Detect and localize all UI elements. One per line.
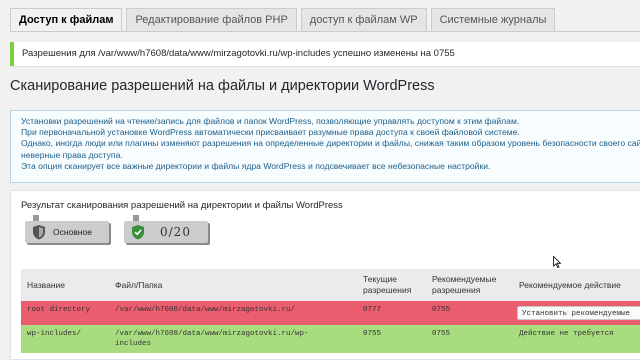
set-recommended-button[interactable]: Установить рекомендуемые [517, 306, 640, 320]
row-recommended-permissions: 0755 [432, 330, 451, 338]
tab-php-file-editing[interactable]: Редактирование файлов PHP [126, 8, 297, 31]
shield-check-icon [132, 225, 144, 240]
row-path: /var/www/h7608/data/www/mirzagotovki.ru/… [115, 330, 309, 348]
info-line: Эта опция сканирует все важные директори… [21, 160, 491, 171]
scan-results-panel: Результат сканирования разрешений на дир… [10, 190, 640, 360]
row-name: root directory [27, 306, 91, 314]
info-line: Однако, иногда люди или плагины изменяют… [21, 138, 640, 149]
info-line: Установки разрешений на чтение/запись дл… [21, 116, 520, 126]
tab-file-access[interactable]: Доступ к файлам [10, 8, 123, 31]
info-box: Установки разрешений на чтение/запись дл… [10, 110, 640, 183]
info-line: неверные права доступа. [21, 149, 123, 160]
row-recommended-permissions: 0755 [432, 306, 451, 314]
shield-icon [33, 225, 45, 240]
table-header: Название Файл/Папка Текущие разрешения Р… [21, 269, 640, 301]
table-row: wp-includes/ /var/www/h7608/data/www/mir… [21, 325, 640, 353]
security-level-label: Основное [53, 227, 92, 237]
info-line: При первоначальной установке WordPress а… [21, 127, 520, 138]
tab-bar: Доступ к файлам Редактирование файлов PH… [10, 8, 556, 31]
permissions-table: Название Файл/Папка Текущие разрешения Р… [21, 269, 640, 353]
tab-system-logs[interactable]: Системные журналы [430, 8, 556, 31]
page-title: Сканирование разрешений на файлы и дирек… [10, 78, 435, 94]
security-score-badge: 0/20 [124, 221, 208, 243]
row-action-status: Действие не требуется [519, 330, 614, 338]
security-score: 0/20 [160, 225, 191, 239]
row-current-permissions: 0755 [363, 330, 382, 338]
notice-text: Разрешения для /var/www/h7608/data/www/m… [22, 48, 455, 59]
tabs-divider [10, 31, 640, 32]
success-notice: Разрешения для /var/www/h7608/data/www/m… [10, 42, 640, 66]
col-recommended-header: Рекомендуемые разрешения [432, 274, 497, 295]
col-name-header: Название [27, 279, 65, 290]
panel-title: Результат сканирования разрешений на дир… [21, 200, 343, 211]
row-current-permissions: 0777 [363, 306, 382, 314]
table-row: root directory /var/www/h7608/data/www/m… [21, 301, 640, 325]
col-action-header: Рекомендуемое действие [519, 279, 621, 290]
row-name: wp-includes/ [27, 330, 82, 338]
col-path-header: Файл/Папка [115, 279, 163, 290]
mouse-cursor-icon [553, 256, 561, 268]
security-level-badge: Основное [25, 221, 109, 243]
row-path: /var/www/h7608/data/www/mirzagotovki.ru/ [115, 306, 296, 314]
col-current-header: Текущие разрешения [363, 274, 412, 295]
tab-wp-file-access[interactable]: доступ к файлам WP [300, 8, 427, 31]
